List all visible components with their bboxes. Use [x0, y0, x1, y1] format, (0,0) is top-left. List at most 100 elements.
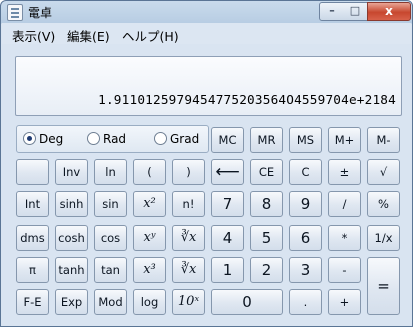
- radio-deg[interactable]: Deg: [23, 132, 63, 146]
- key-n7[interactable]: 7: [211, 191, 244, 217]
- key-label: Mod: [98, 295, 123, 309]
- key-n6[interactable]: 6: [289, 225, 322, 251]
- key-dot[interactable]: .: [289, 289, 322, 315]
- key-ms[interactable]: MS: [289, 127, 322, 153]
- key-rparen[interactable]: ): [172, 159, 205, 185]
- key-mplus[interactable]: M+: [328, 127, 361, 153]
- key-label: ±: [339, 165, 350, 179]
- key-label: cosh: [58, 231, 85, 245]
- key-label: 6: [300, 229, 311, 247]
- key-dms[interactable]: dms: [16, 225, 49, 251]
- menu-view[interactable]: 表示(V): [12, 26, 55, 45]
- key-int[interactable]: Int: [16, 191, 49, 217]
- key-mminus[interactable]: M-: [367, 127, 400, 153]
- key-log[interactable]: log: [133, 289, 166, 315]
- key-label: %: [378, 197, 389, 211]
- key-plusminus[interactable]: ±: [328, 159, 361, 185]
- key-label: √: [379, 165, 388, 179]
- key-recip[interactable]: 1/x: [367, 225, 400, 251]
- key-croot[interactable]: ∛x: [172, 257, 205, 283]
- key-mod[interactable]: Mod: [94, 289, 127, 315]
- menu-bar: 表示(V) 編集(E) ヘルプ(H): [2, 23, 411, 44]
- key-ln[interactable]: ln: [94, 159, 127, 185]
- key-pi[interactable]: π: [16, 257, 49, 283]
- key-label: ∛x: [180, 230, 197, 245]
- key-sin[interactable]: sin: [94, 191, 127, 217]
- key-sub[interactable]: -: [328, 257, 361, 283]
- key-sqrt[interactable]: √: [367, 159, 400, 185]
- key-n8[interactable]: 8: [250, 191, 283, 217]
- key-label: 10ˣ: [177, 294, 200, 309]
- key-label: MR: [257, 133, 276, 147]
- key-inv[interactable]: Inv: [55, 159, 88, 185]
- key-label: CE: [258, 165, 275, 179]
- key-fe[interactable]: F-E: [16, 289, 49, 315]
- key-exp[interactable]: Exp: [55, 289, 88, 315]
- key-cube[interactable]: x³: [133, 257, 166, 283]
- close-button[interactable]: x: [367, 2, 411, 21]
- radio-grad[interactable]: Grad: [154, 132, 199, 146]
- key-fact[interactable]: n!: [172, 191, 205, 217]
- key-label: 1: [222, 261, 233, 279]
- minimize-button[interactable]: –: [319, 2, 345, 21]
- zero-key[interactable]: 0: [211, 289, 283, 315]
- key-label: F-E: [23, 295, 42, 309]
- menu-help[interactable]: ヘルプ(H): [122, 26, 179, 45]
- key-label: ln: [105, 165, 116, 179]
- key-lparen[interactable]: (: [133, 159, 166, 185]
- key-label: +: [339, 295, 350, 309]
- key-label: M-: [376, 133, 391, 147]
- key-n1[interactable]: 1: [211, 257, 244, 283]
- radio-rad-label: Rad: [103, 132, 127, 146]
- key-label: 4: [222, 229, 233, 247]
- radio-rad[interactable]: Rad: [87, 132, 126, 146]
- key-tan[interactable]: tan: [94, 257, 127, 283]
- maximize-icon: □: [349, 4, 361, 17]
- key-mc[interactable]: MC: [211, 127, 244, 153]
- blank-key[interactable]: [16, 159, 49, 185]
- key-label: (: [147, 165, 152, 179]
- key-add[interactable]: +: [328, 289, 361, 315]
- key-label: Exp: [60, 295, 83, 309]
- calculator-window: 電卓 – □ x 表示(V) 編集(E) ヘルプ(H) 1.9110125979…: [0, 0, 413, 327]
- key-mr[interactable]: MR: [250, 127, 283, 153]
- key-cosh[interactable]: cosh: [55, 225, 88, 251]
- key-label: sin: [102, 197, 119, 211]
- key-pct[interactable]: %: [367, 191, 400, 217]
- key-n2[interactable]: 2: [250, 257, 283, 283]
- key-cos[interactable]: cos: [94, 225, 127, 251]
- close-icon: x: [385, 4, 393, 18]
- menu-edit[interactable]: 編集(E): [67, 26, 110, 45]
- key-ce[interactable]: CE: [250, 159, 283, 185]
- radio-deg-dot: [23, 132, 36, 145]
- key-yroot[interactable]: ∛x: [172, 225, 205, 251]
- key-n5[interactable]: 5: [250, 225, 283, 251]
- key-n3[interactable]: 3: [289, 257, 322, 283]
- key-tanh[interactable]: tanh: [55, 257, 88, 283]
- key-label: MC: [218, 133, 237, 147]
- key-label: xʸ: [143, 230, 156, 245]
- backspace-key[interactable]: ⟵: [211, 159, 244, 185]
- key-mul[interactable]: *: [328, 225, 361, 251]
- key-sinh[interactable]: sinh: [55, 191, 88, 217]
- key-label: tan: [101, 263, 120, 277]
- key-sq[interactable]: x²: [133, 191, 166, 217]
- radio-grad-label: Grad: [170, 132, 200, 146]
- result-display: 1.9110125979454775203564O4559704e+2184: [15, 56, 402, 116]
- key-label: ∛x: [180, 262, 197, 277]
- radio-rad-dot: [87, 132, 100, 145]
- key-label: MS: [296, 133, 315, 147]
- key-n4[interactable]: 4: [211, 225, 244, 251]
- radio-deg-label: Deg: [39, 132, 64, 146]
- key-div[interactable]: /: [328, 191, 361, 217]
- equals-key[interactable]: =: [367, 257, 400, 315]
- minimize-icon: –: [329, 4, 335, 17]
- key-pow[interactable]: xʸ: [133, 225, 166, 251]
- key-c[interactable]: C: [289, 159, 322, 185]
- key-tenx[interactable]: 10ˣ: [172, 289, 205, 315]
- window-title: 電卓: [28, 6, 53, 20]
- title-bar[interactable]: 電卓 – □ x: [1, 1, 412, 23]
- maximize-button[interactable]: □: [343, 2, 368, 21]
- key-n9[interactable]: 9: [289, 191, 322, 217]
- key-label: Int: [24, 197, 41, 211]
